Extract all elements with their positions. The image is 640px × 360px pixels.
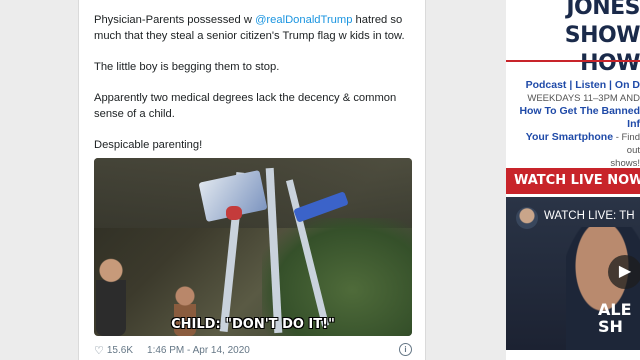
separator: | [606, 79, 615, 91]
tweet-card: Physician-Parents possessed w @realDonal… [78, 0, 426, 360]
video-overlay-text: ALE SH [598, 301, 632, 335]
channel-avatar[interactable] [516, 207, 538, 229]
tweet-timestamp[interactable]: 1:46 PM - Apr 14, 2020 [147, 345, 250, 356]
banner-line-1: JONES SHOW [564, 0, 640, 48]
separator: | [566, 79, 576, 91]
tweet-video[interactable]: CHILD: "DON'T DO IT!" [94, 158, 412, 336]
watch-live-header[interactable]: WATCH LIVE NOW [506, 168, 640, 194]
show-promo: Podcast | Listen | On D WEEKDAYS 11–3PM … [514, 79, 640, 170]
on-demand-link[interactable]: On D [615, 79, 640, 91]
banned-info-link[interactable]: How To Get The Banned Inf [514, 105, 640, 131]
tweet-paragraph-1: Physician-Parents possessed w @realDonal… [94, 12, 414, 44]
overlay-line-1: ALE [598, 300, 632, 319]
podcast-link[interactable]: Podcast [526, 79, 567, 91]
smartphone-link[interactable]: Your Smartphone [526, 131, 613, 143]
video-caption: CHILD: "DON'T DO IT!" [171, 317, 335, 332]
sidebar: JONES SHOW HOW Podcast | Listen | On D W… [506, 0, 640, 360]
tweet-paragraph-3: Apparently two medical degrees lack the … [94, 92, 397, 120]
video-frame-figure [226, 206, 242, 220]
divider [506, 60, 640, 62]
tweet-paragraph-2: The little boy is begging them to stop. [94, 61, 280, 73]
like-count[interactable]: 15.6K [107, 345, 133, 356]
find-out-text: - Find out [613, 132, 640, 156]
mention-link[interactable]: @realDonaldTrump [255, 14, 352, 26]
show-schedule: WEEKDAYS 11–3PM AND [527, 93, 640, 104]
tweet-text-prefix: Physician-Parents possessed w [94, 14, 256, 26]
live-video-title[interactable]: WATCH LIVE: TH [544, 210, 635, 222]
listen-link[interactable]: Listen [575, 79, 606, 91]
tweet-footer: ♡ 15.6K 1:46 PM - Apr 14, 2020 i [94, 343, 412, 357]
tweet-paragraph-4: Despicable parenting! [94, 139, 203, 151]
info-icon[interactable]: i [399, 343, 412, 356]
play-icon[interactable]: ▶ [608, 255, 640, 289]
banner-line-2: HOW [580, 51, 640, 76]
tweet-text: Physician-Parents possessed w @realDonal… [94, 12, 414, 168]
overlay-line-2: SH [598, 317, 623, 336]
show-banner[interactable]: JONES SHOW HOW [506, 0, 640, 78]
live-video-thumbnail[interactable]: WATCH LIVE: TH ▶ ALE SH [506, 197, 640, 350]
promo-links: Podcast | Listen | On D [514, 79, 640, 92]
heart-icon[interactable]: ♡ [94, 344, 104, 357]
